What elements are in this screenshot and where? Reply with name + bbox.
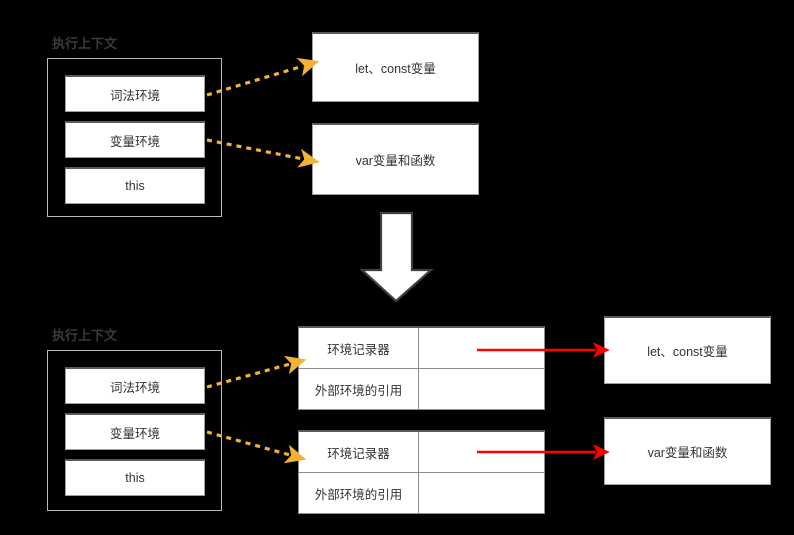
table-row: 环境记录器	[299, 328, 544, 369]
top-target-var-function[interactable]: var变量和函数	[312, 123, 479, 195]
table-row: 外部环境的引用	[299, 369, 544, 409]
outer-ref-label-cell: 外部环境的引用	[299, 473, 419, 513]
environment-record-table-2: 环境记录器 外部环境的引用	[298, 430, 545, 514]
outer-ref-value-cell	[419, 473, 544, 513]
bottom-target-let-const[interactable]: let、const变量	[604, 316, 771, 384]
record-value-cell	[419, 328, 544, 368]
outer-ref-label-cell: 外部环境的引用	[299, 369, 419, 409]
record-value-cell	[419, 432, 544, 472]
top-slot-this[interactable]: this	[65, 167, 205, 204]
environment-record-table-1: 环境记录器 外部环境的引用	[298, 326, 545, 410]
top-slot-variable-environment[interactable]: 变量环境	[65, 121, 205, 158]
bottom-slot-variable-environment[interactable]: 变量环境	[65, 413, 205, 450]
top-target-let-const[interactable]: let、const变量	[312, 32, 479, 102]
table-row: 环境记录器	[299, 432, 544, 473]
bottom-slot-this[interactable]: this	[65, 459, 205, 496]
record-label-cell: 环境记录器	[299, 328, 419, 368]
table-row: 外部环境的引用	[299, 473, 544, 513]
diagram-canvas: 执行上下文 词法环境 变量环境 this let、const变量 var变量和函…	[0, 0, 794, 535]
bottom-slot-lexical-environment[interactable]: 词法环境	[65, 367, 205, 404]
down-block-arrow-icon	[359, 211, 434, 303]
top-slot-lexical-environment[interactable]: 词法环境	[65, 75, 205, 112]
bottom-execution-context-title: 执行上下文	[52, 328, 118, 343]
bottom-target-var-function[interactable]: var变量和函数	[604, 417, 771, 485]
top-execution-context-title: 执行上下文	[52, 36, 118, 51]
outer-ref-value-cell	[419, 369, 544, 409]
record-label-cell: 环境记录器	[299, 432, 419, 472]
